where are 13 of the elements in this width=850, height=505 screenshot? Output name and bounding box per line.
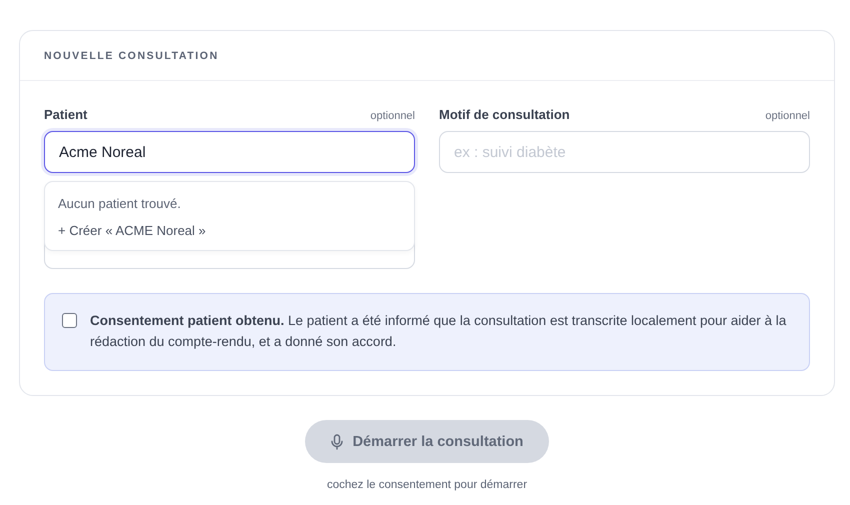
consent-text: Consentement patient obtenu. Le patient a été informé que la consultation est transcrite localement pour aider à la rédaction du compte-rendu, et a donné son accord. xyxy=(90,312,788,351)
input-field[interactable]: ex : suivi diabète xyxy=(439,131,810,173)
empty-message: Aucun patient trouvé. xyxy=(57,195,182,213)
optional-hint: optionnel xyxy=(370,110,415,122)
card-title: NOUVELLE CONSULTATION xyxy=(44,50,219,62)
field-label: Motif de consultation xyxy=(439,107,570,122)
consent-checkbox[interactable] xyxy=(62,313,77,328)
create-patient-option[interactable]: + Créer « ACME Noreal » xyxy=(45,217,414,244)
microphone-icon xyxy=(330,434,343,450)
field-label: Patient xyxy=(44,107,88,122)
input-field[interactable]: Acme Noreal xyxy=(44,131,415,173)
start-hint: cochez le consentement pour démarrer xyxy=(326,479,528,491)
optional-hint: optionnel xyxy=(765,110,810,122)
